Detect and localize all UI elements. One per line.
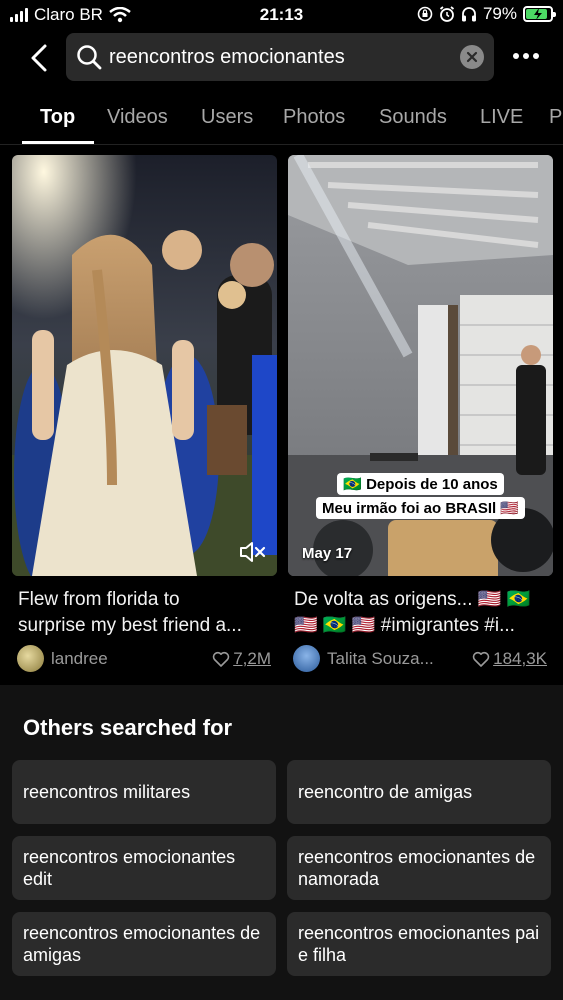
heart-icon (472, 651, 490, 667)
section-title: Others searched for (23, 715, 233, 740)
tab-top[interactable]: Top (40, 106, 75, 129)
caption-line: De volta as origens... 🇺🇸 🇧🇷 (294, 589, 531, 610)
alarm-icon (439, 6, 455, 22)
search-icon (77, 45, 102, 70)
status-bar: Claro BR 21:13 79% (0, 0, 563, 30)
post-date: May 17 (302, 545, 353, 562)
search-input[interactable]: reencontros emocionantes (109, 46, 345, 69)
suggestion-chip[interactable]: reencontro de amigas (287, 760, 551, 824)
others-searched-section: Others searched for reencontros militare… (0, 685, 563, 1000)
back-icon[interactable] (26, 42, 56, 74)
author-name[interactable]: Talita Souza... (327, 649, 434, 669)
tab-places[interactable]: P (549, 106, 562, 129)
tab-live[interactable]: LIVE (480, 106, 523, 129)
result-card[interactable]: 🇧🇷 Depois de 10 anos Meu irmão foi ao BR… (288, 155, 553, 672)
avatar[interactable] (293, 645, 320, 672)
tab-photos[interactable]: Photos (283, 106, 345, 129)
caption-line: surprise my best friend a... (18, 615, 242, 636)
more-icon[interactable] (511, 48, 541, 64)
video-caption: De volta as origens... 🇺🇸 🇧🇷 🇺🇸 🇧🇷 🇺🇸 #i… (294, 587, 550, 639)
battery-icon (523, 6, 556, 22)
suggestion-chip[interactable]: reencontros emocionantes de amigas (12, 912, 276, 976)
suggestion-chip[interactable]: reencontros emocionantes pai e filha (287, 912, 551, 976)
avatar[interactable] (17, 645, 44, 672)
author-name[interactable]: landree (51, 649, 108, 669)
headphones-icon (461, 7, 476, 22)
tab-sounds[interactable]: Sounds (379, 106, 447, 129)
like-count: 184,3K (472, 649, 547, 669)
video-thumbnail[interactable] (12, 155, 277, 576)
video-text-overlay: 🇧🇷 Depois de 10 anos Meu irmão foi ao BR… (288, 472, 553, 520)
suggestion-chip[interactable]: reencontros emocionantes de namorada (287, 836, 551, 900)
like-count-value: 7,2M (233, 649, 271, 668)
lock-rotation-icon (417, 6, 433, 22)
active-tab-indicator (22, 141, 94, 144)
author-row[interactable]: landree (17, 645, 108, 672)
suggestion-chip[interactable]: reencontros militares (12, 760, 276, 824)
search-bar[interactable]: reencontros emocionantes (66, 33, 494, 81)
overlay-line: Meu irmão foi ao BRASIl 🇺🇸 (315, 497, 526, 519)
result-card[interactable]: Flew from florida to surprise my best fr… (12, 155, 277, 672)
suggestion-chip[interactable]: reencontros emocionantes edit (12, 836, 276, 900)
like-count: 7,2M (212, 649, 271, 669)
like-count-value: 184,3K (493, 649, 547, 668)
tab-bar: Top Videos Users Photos Sounds LIVE P (0, 98, 563, 145)
video-thumbnail[interactable]: 🇧🇷 Depois de 10 anos Meu irmão foi ao BR… (288, 155, 553, 576)
author-row[interactable]: Talita Souza... (293, 645, 434, 672)
battery-percent: 79% (482, 4, 517, 23)
video-caption: Flew from florida to surprise my best fr… (18, 587, 274, 639)
clear-icon[interactable] (460, 45, 484, 69)
mute-icon[interactable] (239, 540, 267, 564)
caption-line: 🇺🇸 🇧🇷 🇺🇸 #imigrantes #i... (294, 615, 515, 636)
tab-users[interactable]: Users (201, 106, 253, 129)
caption-line: Flew from florida to (18, 589, 180, 610)
heart-icon (212, 651, 230, 667)
overlay-line: 🇧🇷 Depois de 10 anos (337, 473, 504, 495)
tab-videos[interactable]: Videos (107, 106, 168, 129)
